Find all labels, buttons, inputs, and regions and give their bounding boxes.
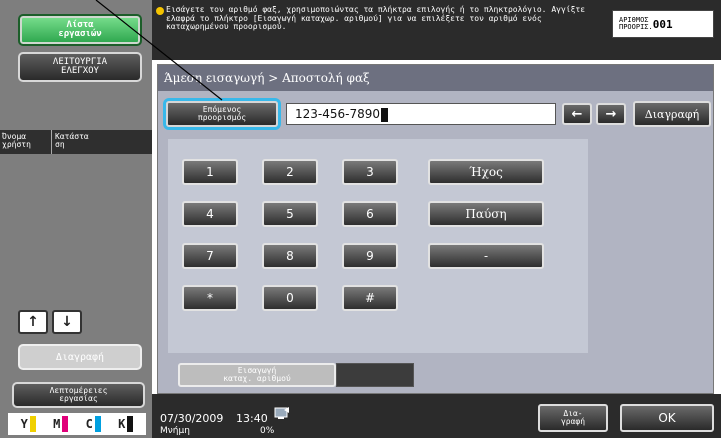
status-bar: 07/30/2009 13:40 Μνήμη 0% Δια- γραφή OK — [152, 394, 721, 438]
key-3[interactable]: 3 — [342, 159, 398, 185]
key-8[interactable]: 8 — [262, 243, 318, 269]
destination-counter-label: ΑΡΙΘΜΟΣ ΠΡΟΟΡΙΣ. — [619, 16, 653, 31]
next-destination-button[interactable]: Επόμενος προορισμός — [166, 101, 278, 127]
job-list-button[interactable]: Λίστα εργασιών — [18, 14, 142, 46]
tone-button[interactable]: Ήχος — [428, 159, 544, 185]
toner-yellow-bar — [29, 416, 36, 432]
keypad: 1 2 3 Ήχος 4 5 6 Παύση 7 8 9 - * 0 # — [168, 139, 588, 353]
message-bar: Εισάγετε τον αριθμό φαξ, χρησιμοποιώντας… — [152, 0, 721, 60]
toner-black: K — [118, 416, 134, 432]
arrow-down-icon: ↓ — [61, 314, 73, 330]
text-cursor — [381, 107, 389, 122]
key-5[interactable]: 5 — [262, 201, 318, 227]
saved-number-input-button[interactable]: Εισαγωγή καταχ. αριθμού — [178, 363, 336, 387]
delete-job-button[interactable]: Διαγραφή — [18, 344, 142, 370]
user-name-column-header: Όνομα χρήστη — [0, 130, 52, 154]
dash-button[interactable]: - — [428, 243, 544, 269]
fax-number-input[interactable]: 123-456-7890 — [286, 103, 556, 125]
key-9[interactable]: 9 — [342, 243, 398, 269]
breadcrumb: Άμεση εισαγωγή > Αποστολή φαξ — [158, 65, 713, 91]
key-4[interactable]: 4 — [182, 201, 238, 227]
toner-cyan-bar — [94, 416, 101, 432]
scroll-down-button[interactable]: ↓ — [52, 310, 82, 334]
key-1[interactable]: 1 — [182, 159, 238, 185]
cursor-right-button[interactable]: → — [596, 103, 626, 125]
key-7[interactable]: 7 — [182, 243, 238, 269]
instruction-message: Εισάγετε τον αριθμό φαξ, χρησιμοποιώντας… — [166, 5, 586, 32]
info-icon — [156, 7, 164, 15]
clear-button[interactable]: Διαγραφή — [633, 101, 711, 127]
destination-counter-value: 001 — [652, 17, 673, 31]
left-panel: Λίστα εργασιών ΛΕΙΤΟΥΡΓΙΑ ΕΛΕΓΧΟΥ Όνομα … — [0, 0, 152, 438]
date-display: 07/30/2009 — [160, 412, 224, 425]
memory-label: Μνήμη — [160, 426, 190, 436]
key-star[interactable]: * — [182, 285, 238, 311]
ok-button[interactable]: OK — [620, 404, 714, 432]
fax-entry-panel: Άμεση εισαγωγή > Αποστολή φαξ Επόμενος π… — [157, 64, 714, 394]
key-0[interactable]: 0 — [262, 285, 318, 311]
status-column-header: Κατάστα ση — [55, 132, 89, 149]
toner-indicator: Y M C K — [8, 413, 146, 435]
toner-yellow: Y — [21, 416, 36, 432]
check-function-button[interactable]: ΛΕΙΤΟΥΡΓΙΑ ΕΛΕΓΧΟΥ — [18, 52, 142, 82]
toner-black-bar — [127, 416, 134, 432]
toner-magenta: M — [53, 416, 69, 432]
clear-delete-button[interactable]: Δια- γραφή — [538, 404, 608, 432]
destination-counter: ΑΡΙΘΜΟΣ ΠΡΟΟΡΙΣ. 001 — [612, 10, 714, 38]
key-hash[interactable]: # — [342, 285, 398, 311]
time-display: 13:40 — [236, 412, 268, 425]
memory-value: 0% — [260, 426, 275, 436]
job-details-button[interactable]: Λεπτομέρειες εργασίας — [12, 382, 145, 408]
pause-button[interactable]: Παύση — [428, 201, 544, 227]
arrow-up-icon: ↑ — [27, 314, 39, 330]
arrow-left-icon: ← — [571, 106, 583, 122]
arrow-right-icon: → — [605, 106, 617, 122]
toner-cyan: C — [86, 416, 101, 432]
network-icon — [274, 407, 289, 419]
saved-number-field — [336, 363, 414, 387]
toner-magenta-bar — [62, 416, 69, 432]
cursor-left-button[interactable]: ← — [562, 103, 592, 125]
fax-number-value: 123-456-7890 — [295, 107, 381, 121]
scroll-up-button[interactable]: ↑ — [18, 310, 48, 334]
key-2[interactable]: 2 — [262, 159, 318, 185]
job-list-header: Όνομα χρήστη Κατάστα ση — [0, 130, 152, 154]
key-6[interactable]: 6 — [342, 201, 398, 227]
